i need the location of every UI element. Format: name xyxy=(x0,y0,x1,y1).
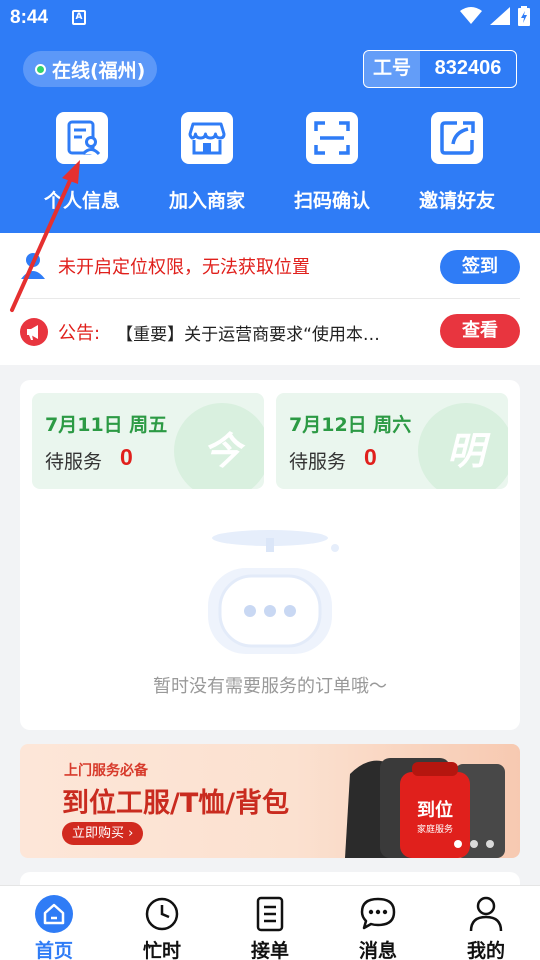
wifi-icon xyxy=(460,7,482,24)
day-date: 7月12日 周六 xyxy=(289,414,412,436)
storefront-icon xyxy=(181,112,233,164)
bottom-tab-bar: 首页 忙时 接单 消息 我的 xyxy=(0,885,540,960)
pending-count: 0 xyxy=(120,444,133,470)
tab-messages[interactable]: 消息 xyxy=(324,886,432,960)
day-card-today[interactable]: 今 7月11日 周五 待服务 0 xyxy=(32,393,264,489)
tab-busy-time[interactable]: 忙时 xyxy=(108,886,216,960)
notice-card: 未开启定位权限，无法获取位置 签到 公告: 【重要】关于运营商要求“使用本… 查… xyxy=(0,233,540,365)
online-status-label: 在线(福州) xyxy=(52,59,146,82)
scan-icon xyxy=(306,112,358,164)
banner-pagination xyxy=(454,840,494,848)
status-bar: 8:44 A xyxy=(0,0,540,38)
location-warning-text: 未开启定位权限，无法获取位置 xyxy=(58,256,310,278)
quick-action-profile[interactable]: 个人信息 xyxy=(27,112,137,213)
work-id-badge: 工号 832406 xyxy=(363,50,517,88)
pending-label: 待服务 xyxy=(289,451,347,473)
clock-icon xyxy=(145,897,179,931)
quick-action-label: 扫码确认 xyxy=(293,190,370,212)
work-id-value: 832406 xyxy=(434,57,502,79)
order-list-icon xyxy=(256,896,284,932)
work-id-label: 工号 xyxy=(364,51,420,87)
schedule-card: 今 7月11日 周五 待服务 0 明 7月12日 周六 待服务 0 暂时没有需要… xyxy=(20,380,520,730)
online-status[interactable]: 在线(福州) xyxy=(23,51,158,87)
status-time: 8:44 xyxy=(10,7,49,28)
banner-subtitle: 上门服务必备 xyxy=(64,763,148,779)
app-notification-icon: A xyxy=(72,10,86,25)
tab-label: 消息 xyxy=(358,940,397,960)
quick-action-label: 邀请好友 xyxy=(418,190,495,212)
home-icon xyxy=(35,895,73,933)
empty-robot-illustration xyxy=(208,530,339,654)
tab-home[interactable]: 首页 xyxy=(0,886,108,960)
online-dot-icon xyxy=(35,63,46,75)
sign-in-button[interactable]: 签到 xyxy=(440,250,520,284)
tab-mine[interactable]: 我的 xyxy=(432,886,540,960)
announcement-text[interactable]: 【重要】关于运营商要求“使用本… xyxy=(116,320,412,345)
chat-icon xyxy=(360,897,396,930)
view-announcement-button[interactable]: 查看 xyxy=(440,314,520,348)
signal-icon xyxy=(490,7,510,25)
pagination-dot[interactable] xyxy=(486,840,494,848)
bag-logo-subtext: 家庭服务 xyxy=(417,823,453,835)
quick-action-scan[interactable]: 扫码确认 xyxy=(277,112,387,213)
tab-label: 首页 xyxy=(34,940,73,960)
announcement-label: 公告: xyxy=(58,323,101,344)
quick-action-label: 个人信息 xyxy=(43,190,120,212)
quick-action-label: 加入商家 xyxy=(168,190,245,212)
banner-headline: 到位工服/T恤/背包 xyxy=(62,788,290,819)
quick-action-invite[interactable]: 邀请好友 xyxy=(402,112,512,213)
buy-now-button[interactable]: 立即购买 › xyxy=(62,822,144,845)
megaphone-icon xyxy=(20,318,48,346)
location-user-icon xyxy=(21,252,45,279)
location-warning-row: 未开启定位权限，无法获取位置 签到 xyxy=(20,233,520,299)
tab-orders[interactable]: 接单 xyxy=(216,886,324,960)
promo-banner[interactable]: 上门服务必备 到位工服/T恤/背包 立即购买 › 到位 家庭服务 xyxy=(20,744,520,858)
tab-label: 忙时 xyxy=(142,940,181,960)
tab-label: 接单 xyxy=(250,940,289,960)
quick-action-join-merchant[interactable]: 加入商家 xyxy=(152,112,262,213)
announcement-row[interactable]: 公告: 【重要】关于运营商要求“使用本… 查看 xyxy=(20,299,520,365)
profile-card-icon xyxy=(56,112,108,164)
today-watermark: 今 xyxy=(174,403,264,489)
user-icon xyxy=(469,896,503,932)
bag-logo-text: 到位 xyxy=(417,799,453,821)
tomorrow-watermark: 明 xyxy=(418,403,508,489)
day-card-tomorrow[interactable]: 明 7月12日 周六 待服务 0 xyxy=(276,393,508,489)
day-date: 7月11日 周五 xyxy=(45,414,168,436)
pending-label: 待服务 xyxy=(45,451,103,473)
pending-count: 0 xyxy=(364,444,377,470)
empty-orders-message: 暂时没有需要服务的订单哦～ xyxy=(153,676,387,697)
header: 8:44 A 在线(福州) 工号 832406 个人信息 加入商家 扫码确认 邀… xyxy=(0,0,540,233)
battery-icon xyxy=(518,6,530,26)
pagination-dot[interactable] xyxy=(470,840,478,848)
tab-label: 我的 xyxy=(466,940,505,960)
pagination-dot[interactable] xyxy=(454,840,462,848)
share-icon xyxy=(431,112,483,164)
